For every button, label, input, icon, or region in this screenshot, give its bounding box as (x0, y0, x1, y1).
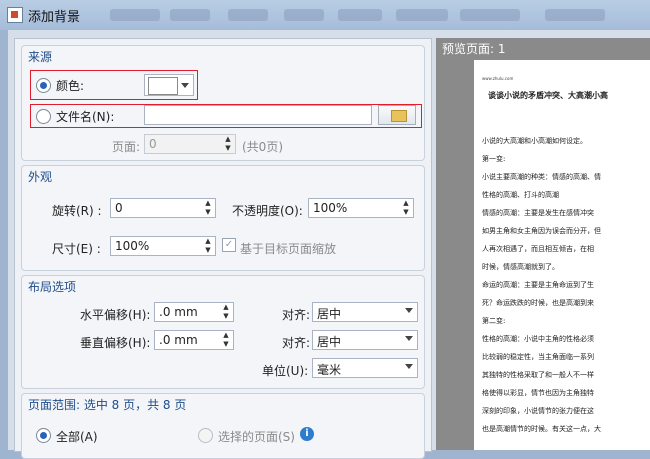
preview-line: 格使得以彩显，情节也因为主角独特 (482, 389, 594, 397)
appearance-group-title: 外观 (28, 170, 53, 184)
color-picker[interactable] (144, 74, 194, 96)
page-label: 页面: (112, 140, 141, 154)
preview-page: www.zhulu.com 谈谈小说的矛盾冲突、大高潮小高 小说的大高潮和小高潮… (474, 60, 650, 450)
unit-select[interactable]: 毫米 (312, 358, 418, 378)
preview-title: 预览页面: 1 (436, 38, 650, 60)
page-spinner[interactable]: 0 ▲ ▼ (144, 134, 236, 154)
spin-buttons[interactable]: ▲ ▼ (201, 199, 215, 217)
browse-button[interactable] (378, 105, 416, 125)
layout-group: 布局选项 水平偏移(H): .0 mm ▲ ▼ 对齐: 居中 垂直偏移(H): .… (21, 275, 425, 389)
chevron-down-icon (181, 83, 189, 88)
settings-pane: 来源 颜色: 文件名(N): 页面: 0 ▲ ▼ (共0页) 外观 旋转(R) :… (14, 38, 432, 459)
chevron-down-icon (405, 336, 413, 341)
preview-line: 人再次相遇了，而且相互倾吉，在相 (482, 245, 594, 253)
file-label: 文件名(N): (56, 110, 115, 124)
appearance-group: 外观 旋转(R) : 0 ▲ ▼ 不透明度(O): 100% ▲ ▼ 尺寸(E) :… (21, 165, 425, 271)
preview-line: 时候，情感高潮就到了。 (482, 263, 559, 271)
chevron-down-icon (405, 308, 413, 313)
blurred-toolbar (284, 9, 324, 21)
preview-line: 小说的大高潮和小高潮如何设定。 (482, 137, 587, 145)
chevron-down-icon (405, 364, 413, 369)
unit-label: 单位(U): (262, 364, 309, 378)
spin-buttons[interactable]: ▲ ▼ (201, 237, 215, 255)
spin-buttons[interactable]: ▲ ▼ (221, 135, 235, 153)
selected-pages-radio[interactable] (198, 428, 213, 443)
preview-line: 第一变: (482, 155, 506, 163)
opacity-value: 100% (313, 201, 348, 215)
rotation-label: 旋转(R) : (52, 204, 102, 218)
color-radio[interactable] (36, 78, 51, 93)
preview-site: www.zhulu.com (482, 76, 514, 81)
opacity-spinner[interactable]: 100% ▲ ▼ (308, 198, 414, 218)
rotation-value: 0 (115, 201, 123, 215)
align1-label: 对齐: (282, 308, 311, 322)
h-offset-spinner[interactable]: .0 mm ▲ ▼ (154, 302, 234, 322)
page-total: (共0页) (242, 140, 283, 154)
blurred-toolbar (338, 9, 382, 21)
v-offset-spinner[interactable]: .0 mm ▲ ▼ (154, 330, 234, 350)
blurred-toolbar (545, 9, 605, 21)
preview-line: 性格的高潮：小说中主角的性格必须 (482, 335, 594, 343)
info-icon[interactable]: i (300, 427, 314, 441)
blurred-toolbar (460, 9, 520, 21)
blurred-toolbar (110, 9, 160, 21)
spin-buttons[interactable]: ▲ ▼ (219, 303, 233, 321)
v-offset-label: 垂直偏移(H): (80, 336, 151, 350)
spin-buttons[interactable]: ▲ ▼ (219, 331, 233, 349)
blurred-toolbar (170, 9, 210, 21)
spin-buttons[interactable]: ▲ ▼ (399, 199, 413, 217)
size-value: 100% (115, 239, 150, 253)
file-radio[interactable] (36, 109, 51, 124)
preview-line: 也是高潮情节的时候。有关这一点，大 (482, 425, 601, 433)
page-range-title: 页面范围: 选中 8 页，共 8 页 (28, 398, 187, 412)
preview-line: 死？命运跌跌的时候，也是高潮到来 (482, 299, 594, 307)
v-offset-value: .0 mm (159, 333, 198, 347)
preview-line: 命运的高潮：主要是主角命运到了生 (482, 281, 594, 289)
align2-label: 对齐: (282, 336, 311, 350)
size-spinner[interactable]: 100% ▲ ▼ (110, 236, 216, 256)
preview-line: 性格的高潮、打斗的高潮 (482, 191, 559, 199)
align1-value: 居中 (317, 307, 342, 321)
blurred-toolbar (396, 9, 448, 21)
size-label: 尺寸(E) : (52, 242, 101, 256)
selected-pages-label: 选择的页面(S) (218, 430, 295, 444)
preview-doc-title: 谈谈小说的矛盾冲突、大高潮小高 (488, 90, 608, 100)
align1-select[interactable]: 居中 (312, 302, 418, 322)
opacity-label: 不透明度(O): (232, 204, 303, 218)
blurred-toolbar (228, 9, 268, 21)
app-icon (7, 7, 23, 23)
preview-line: 小说主要高潮的种类：情感的高潮、情 (482, 173, 601, 181)
all-pages-label: 全部(A) (56, 430, 98, 444)
layout-group-title: 布局选项 (28, 280, 77, 294)
title-bar: 添加背景 (0, 0, 650, 30)
h-offset-value: .0 mm (159, 305, 198, 319)
preview-line: 比较弱的稳定性，当主角面临一系列 (482, 353, 594, 361)
preview-line: 情感的高潮：主要是发生在感情冲突 (482, 209, 594, 217)
scale-label: 基于目标页面缩放 (240, 242, 337, 256)
h-offset-label: 水平偏移(H): (80, 308, 151, 322)
source-group-title: 来源 (28, 50, 53, 64)
rotation-spinner[interactable]: 0 ▲ ▼ (110, 198, 216, 218)
preview-pane: 预览页面: 1 www.zhulu.com 谈谈小说的矛盾冲突、大高潮小高 小说… (436, 38, 650, 450)
preview-line: 第二变: (482, 317, 506, 325)
scale-checkbox[interactable]: ✓ (222, 238, 236, 252)
file-name-input[interactable] (144, 105, 372, 125)
color-swatch (148, 77, 178, 95)
page-range-group: 页面范围: 选中 8 页，共 8 页 全部(A) 选择的页面(S) i (21, 393, 425, 459)
preview-line: 深刻的印象，小说情节的张力便在这 (482, 407, 594, 415)
preview-line: 其独特的性格采取了和一般人不一样 (482, 371, 594, 379)
align2-value: 居中 (317, 335, 342, 349)
source-group: 来源 颜色: 文件名(N): 页面: 0 ▲ ▼ (共0页) (21, 45, 425, 161)
page-value: 0 (149, 137, 157, 151)
align2-select[interactable]: 居中 (312, 330, 418, 350)
window-title: 添加背景 (28, 10, 81, 25)
all-pages-radio[interactable] (36, 428, 51, 443)
preview-line: 如男主角和女主角因为误会而分开，但 (482, 227, 601, 235)
folder-icon (391, 110, 407, 122)
color-label: 颜色: (56, 79, 85, 93)
unit-value: 毫米 (317, 363, 342, 377)
